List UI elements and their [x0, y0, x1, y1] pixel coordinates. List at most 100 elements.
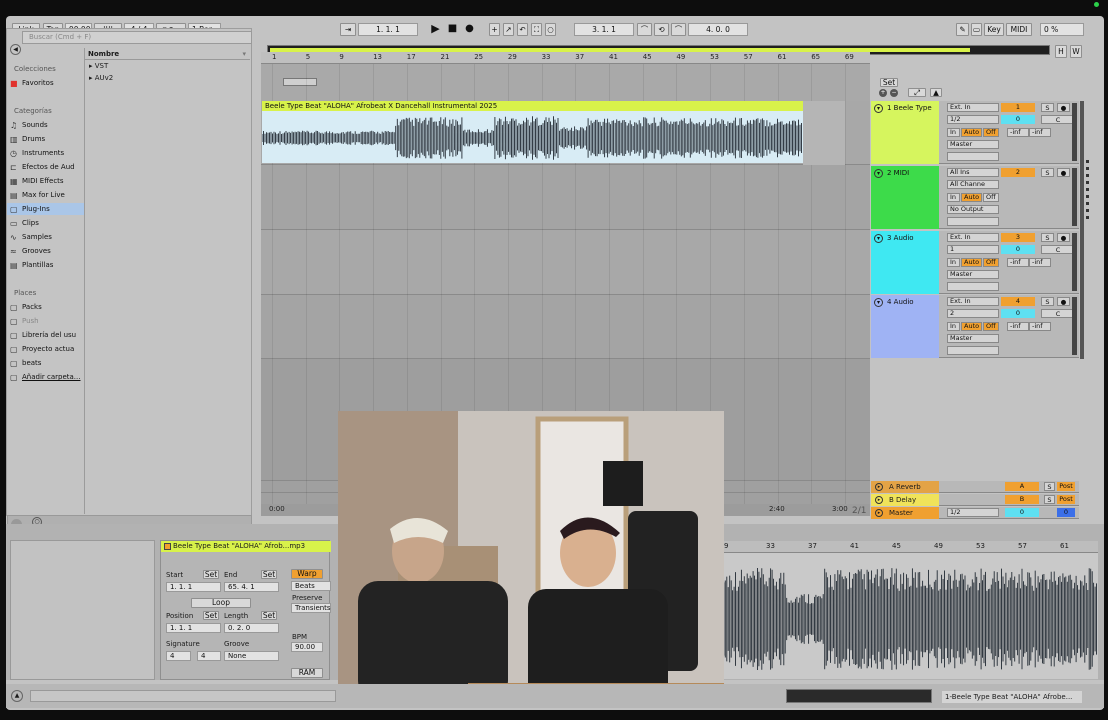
position-set-button[interactable]: Set: [203, 611, 219, 620]
overdub-icon[interactable]: +: [489, 23, 500, 36]
output-sub-select[interactable]: [947, 282, 999, 291]
place-push[interactable]: ▢ Push: [7, 315, 85, 327]
return-track-3[interactable]: ▸ Master 1/2 0 0: [871, 507, 1079, 519]
monitor-off-button[interactable]: Off: [983, 193, 999, 202]
input-type-select[interactable]: All Ins: [947, 168, 999, 177]
signature-numerator[interactable]: 4: [166, 651, 191, 661]
end-set-button[interactable]: Set: [261, 570, 277, 579]
status-overview-thumb[interactable]: [786, 689, 932, 703]
status-left-icon[interactable]: ▲: [11, 690, 23, 702]
category-templates[interactable]: ▤ Plantillas: [7, 259, 85, 271]
volume-field[interactable]: 0: [1001, 115, 1035, 124]
pan-field[interactable]: C: [1041, 245, 1075, 254]
browser-search-input[interactable]: Buscar (Cmd + F): [22, 31, 252, 44]
play-button[interactable]: ▶: [429, 23, 442, 36]
favorites-item[interactable]: ■ Favoritos: [7, 77, 85, 89]
output-select[interactable]: Master: [947, 270, 999, 279]
w-button[interactable]: W: [1070, 45, 1082, 58]
track-header-2[interactable]: ▾ 2 MIDI: [871, 166, 939, 229]
loop-start-field[interactable]: 3. 1. 1: [574, 23, 634, 36]
punch-out-icon[interactable]: ⌒: [671, 23, 686, 36]
track-activator[interactable]: 1: [1001, 103, 1035, 112]
category-instruments[interactable]: ◷ Instruments: [7, 147, 85, 159]
place-beats[interactable]: ▢ beats: [7, 357, 85, 369]
tree-item-auv2[interactable]: ▸ AUv2: [85, 72, 250, 84]
groove-select[interactable]: None: [224, 651, 279, 661]
input-type-select[interactable]: Ext. In: [947, 233, 999, 242]
session-record-icon[interactable]: ○: [545, 23, 556, 36]
solo-button[interactable]: S: [1041, 233, 1054, 242]
h-button[interactable]: H: [1055, 45, 1067, 58]
key-map-button[interactable]: Key: [984, 23, 1004, 36]
category-drums[interactable]: ▥ Drums: [7, 133, 85, 145]
return-activator[interactable]: 0: [1005, 508, 1039, 517]
monitor-auto-button[interactable]: Auto: [961, 322, 982, 331]
capture-midi-icon[interactable]: ⛶: [531, 23, 542, 36]
song-position-field[interactable]: 1. 1. 1: [358, 23, 418, 36]
volume-field[interactable]: 0: [1001, 245, 1035, 254]
monitor-in-button[interactable]: In: [947, 193, 960, 202]
computer-keyboard-icon[interactable]: ▭: [971, 23, 982, 36]
start-field[interactable]: 1. 1. 1: [166, 582, 221, 592]
post-button[interactable]: Post: [1057, 482, 1075, 491]
loop-button[interactable]: Loop: [191, 598, 251, 608]
output-select[interactable]: Master: [947, 140, 999, 149]
track-activator[interactable]: 4: [1001, 297, 1035, 306]
solo-button[interactable]: S: [1044, 482, 1055, 491]
category-max-for-live[interactable]: ▤ Max for Live: [7, 189, 85, 201]
input-type-select[interactable]: Ext. In: [947, 103, 999, 112]
punch-in-icon[interactable]: ⌒: [637, 23, 652, 36]
start-set-button[interactable]: Set: [203, 570, 219, 579]
length-field[interactable]: 0. 2. 0: [224, 623, 279, 633]
preserve-select[interactable]: Transients: [291, 603, 331, 613]
vertical-scrollbar[interactable]: [1080, 101, 1084, 359]
place-packs[interactable]: ▢ Packs: [7, 301, 85, 313]
category-samples[interactable]: ∿ Samples: [7, 231, 85, 243]
solo-button[interactable]: S: [1041, 103, 1054, 112]
input-channel-select[interactable]: 1: [947, 245, 999, 254]
add-locator-icon[interactable]: +: [879, 89, 887, 97]
output-select[interactable]: Master: [947, 334, 999, 343]
return-track-2[interactable]: ▸ B Delay B S Post: [871, 494, 1079, 506]
category-clips[interactable]: ▭ Clips: [7, 217, 85, 229]
bar-ruler[interactable]: 1 5 9 13 17 21 25 29 33 37 41 45 49 53 57 61 65 69: [261, 52, 870, 64]
record-button[interactable]: ●: [463, 23, 476, 36]
category-plug-ins[interactable]: ▢ Plug-Ins: [7, 203, 85, 215]
name-column-header[interactable]: Nombre ▾: [85, 48, 250, 60]
volume-field[interactable]: 0: [1001, 309, 1035, 318]
reenable-automation-icon[interactable]: ↶: [517, 23, 528, 36]
monitor-off-button[interactable]: Off: [983, 322, 999, 331]
loop-length-field[interactable]: 4. 0. 0: [688, 23, 748, 36]
category-audio-effects[interactable]: ⊏ Efectos de Aud: [7, 161, 85, 173]
fold-icon[interactable]: ▸: [875, 509, 883, 517]
solo-button[interactable]: S: [1041, 297, 1054, 306]
solo-button[interactable]: S: [1044, 495, 1055, 504]
warp-mode-select[interactable]: Beats: [291, 581, 331, 591]
input-type-select[interactable]: Ext. In: [947, 297, 999, 306]
post-button[interactable]: Post: [1057, 495, 1075, 504]
stop-button[interactable]: ■: [446, 23, 459, 36]
sample-editor-ruler[interactable]: 9 33 37 41 45 49 53 57 61: [718, 541, 1098, 553]
monitor-in-button[interactable]: In: [947, 258, 960, 267]
lock-icon[interactable]: ▲: [930, 88, 942, 97]
monitor-auto-button[interactable]: Auto: [961, 128, 982, 137]
midi-map-button[interactable]: MIDI: [1006, 23, 1032, 36]
input-channel-select[interactable]: 1/2: [947, 115, 999, 124]
warp-button[interactable]: Warp: [291, 569, 323, 579]
input-channel-select[interactable]: 2: [947, 309, 999, 318]
loop-switch-icon[interactable]: ⟲: [654, 23, 669, 36]
automation-arm-icon[interactable]: ↗: [503, 23, 514, 36]
track-activator[interactable]: 2: [1001, 168, 1035, 177]
clip-name-bar[interactable]: Beele Type Beat "ALOHA" Afrob...mp3: [161, 541, 331, 552]
bpm-field[interactable]: 90.00: [291, 642, 323, 652]
monitor-in-button[interactable]: In: [947, 322, 960, 331]
place-user-library[interactable]: ▢ Librería del usu: [7, 329, 85, 341]
track-header-3[interactable]: ▾ 3 Audio: [871, 231, 939, 294]
position-field[interactable]: 1. 1. 1: [166, 623, 221, 633]
monitor-off-button[interactable]: Off: [983, 128, 999, 137]
follow-icon[interactable]: ⇥: [340, 23, 356, 36]
expand-tracks-icon[interactable]: ⤢: [908, 88, 926, 97]
post-button[interactable]: 0: [1057, 508, 1075, 517]
set-button[interactable]: Set: [880, 78, 898, 87]
fold-icon[interactable]: ▸: [875, 496, 883, 504]
